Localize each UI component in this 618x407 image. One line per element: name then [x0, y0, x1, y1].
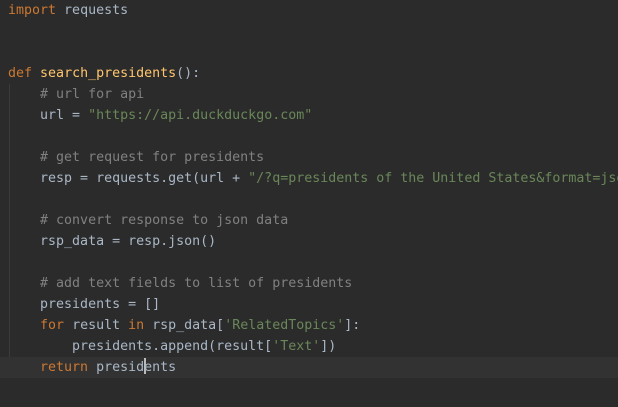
code-line-17[interactable]: presidents.append(result['Text']) [0, 336, 618, 357]
code-line-1[interactable]: import requests [0, 0, 618, 21]
code-line-15[interactable]: presidents = [] [0, 294, 618, 315]
code-text: ]: [344, 318, 361, 333]
code-text: result [64, 318, 129, 333]
code-text: ]) [320, 339, 337, 354]
code-line-14[interactable]: # add text fields to list of presidents [0, 273, 618, 294]
code-line-16[interactable]: for result in rsp_data['RelatedTopics']: [0, 315, 618, 336]
comment: # url for api [40, 87, 145, 102]
string-literal: "/?q=presidents of the United States&for… [248, 171, 618, 186]
code-text: resp = requests.get(url + [40, 171, 249, 186]
string-literal: 'Text' [272, 339, 321, 354]
code-line-18-current[interactable]: return presidents [0, 357, 618, 378]
string-literal: "https://api.duckduckgo.com" [88, 108, 313, 123]
code-text: presidents.append(result[ [72, 339, 273, 354]
code-text: url = [40, 108, 89, 123]
code-text: ents [144, 360, 177, 375]
string-literal: 'RelatedTopics' [224, 318, 345, 333]
keyword: return [40, 360, 89, 375]
code-text: presid [96, 360, 145, 375]
keyword: in [128, 318, 145, 333]
keyword: for [40, 318, 65, 333]
code-line-6[interactable]: url = "https://api.duckduckgo.com" [0, 105, 618, 126]
code-line-4[interactable]: def search_presidents(): [0, 63, 618, 84]
comment: # convert response to json data [40, 213, 289, 228]
code-line-5[interactable]: # url for api [0, 84, 618, 105]
comment: # get request for presidents [40, 150, 265, 165]
keyword: def [8, 66, 33, 81]
code-text: (): [176, 66, 201, 81]
function-name: search_presidents [40, 66, 177, 81]
code-text: rsp_data = resp.json() [40, 234, 217, 249]
code-line-12[interactable]: rsp_data = resp.json() [0, 231, 618, 252]
code-line-8[interactable]: # get request for presidents [0, 147, 618, 168]
code-line-11[interactable]: # convert response to json data [0, 210, 618, 231]
code-line-9[interactable]: resp = requests.get(url + "/?q=president… [0, 168, 618, 189]
code-text: requests [56, 3, 129, 18]
code-text: rsp_data[ [144, 318, 225, 333]
comment: # add text fields to list of presidents [40, 276, 353, 291]
keyword: import [8, 3, 57, 18]
code-text: presidents = [] [40, 297, 161, 312]
code-editor[interactable]: import requests def search_presidents():… [0, 0, 618, 407]
